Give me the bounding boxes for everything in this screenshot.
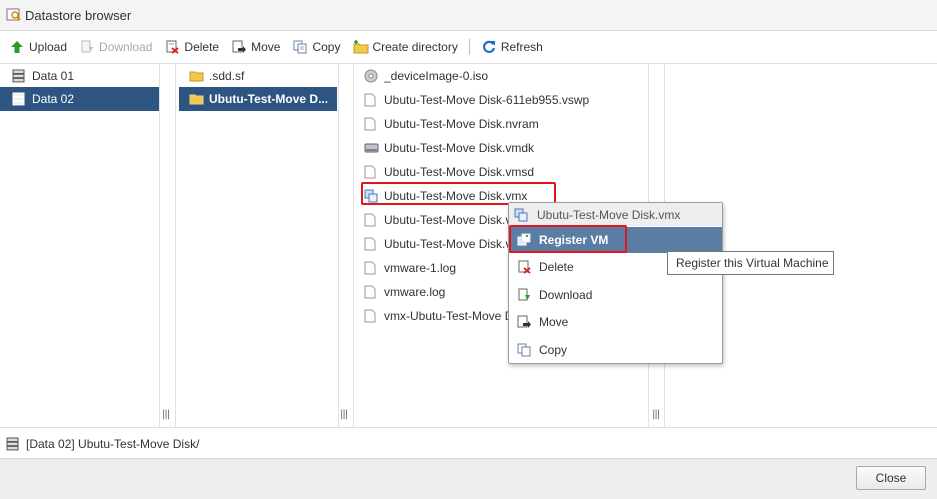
status-bar: [Data 02] Ubutu-Test-Move Disk/ [0, 427, 937, 459]
create-directory-button[interactable]: Create directory [353, 36, 458, 58]
folder-item-ubutu-test-move-disk[interactable]: Ubutu-Test-Move D... [179, 87, 337, 111]
refresh-icon [482, 40, 496, 54]
datastore-label: Data 01 [32, 69, 75, 83]
datastore-item-data-01[interactable]: Data 01 [0, 64, 159, 88]
copy-label: Copy [312, 40, 341, 54]
create-directory-label: Create directory [372, 40, 458, 54]
menu-item-copy[interactable]: Copy [509, 337, 722, 363]
current-path: [Data 02] Ubutu-Test-Move Disk/ [26, 436, 200, 451]
pane-divider [159, 64, 160, 427]
file-row[interactable]: Ubutu-Test-Move Disk.v [364, 232, 511, 256]
menu-item-label: Copy [539, 343, 568, 357]
window-title: Datastore browser [25, 7, 132, 23]
datastore-item-data-02[interactable]: Data 02 [0, 87, 159, 111]
delete-icon [165, 40, 179, 54]
file-label: Ubutu-Test-Move Disk-611eb955.vswp [384, 93, 590, 107]
download-icon [517, 288, 531, 302]
move-icon [517, 315, 531, 329]
title-bar: Datastore browser [0, 0, 937, 31]
vm-config-icon [514, 208, 528, 222]
hard-disk-icon [364, 141, 379, 155]
file-label: vmx-Ubutu-Test-Move D [384, 309, 514, 323]
menu-item-move[interactable]: Move [509, 309, 722, 335]
datastore-browser-icon [6, 8, 21, 22]
column-resize-grip[interactable]: ||| [340, 409, 348, 420]
delete-button[interactable]: Delete [165, 36, 219, 58]
file-row[interactable]: Ubutu-Test-Move Disk.v [364, 208, 511, 232]
copy-icon [293, 40, 307, 54]
upload-label: Upload [29, 40, 68, 54]
copy-button[interactable]: Copy [293, 36, 340, 58]
file-icon [364, 165, 378, 179]
delete-label: Delete [184, 40, 220, 54]
folder-item-sdd[interactable]: .sdd.sf [176, 64, 337, 88]
delete-icon [517, 260, 531, 274]
folder-label: Ubutu-Test-Move D... [209, 92, 329, 106]
datastore-list: Data 01 Data 02 ||| [0, 64, 170, 427]
new-folder-icon [353, 40, 369, 54]
column-resize-grip[interactable]: ||| [652, 409, 660, 420]
file-label: vmware.log [384, 285, 446, 299]
folder-list: .sdd.sf Ubutu-Test-Move D... ||| [176, 64, 348, 427]
file-row[interactable]: _deviceImage-0.iso [364, 64, 488, 88]
file-row[interactable]: vmx-Ubutu-Test-Move D [364, 304, 513, 328]
file-icon [364, 93, 378, 107]
file-icon [364, 213, 378, 227]
file-label: Ubutu-Test-Move Disk.v [384, 237, 512, 251]
file-label: Ubutu-Test-Move Disk.nvram [384, 117, 539, 131]
folder-icon [189, 92, 204, 106]
file-icon [364, 309, 378, 323]
upload-icon [10, 40, 24, 54]
move-icon [232, 40, 247, 54]
datastore-icon [6, 437, 20, 451]
close-button[interactable]: Close [856, 466, 926, 490]
toolbar: Upload Download Delete Move Copy Create … [0, 31, 937, 64]
download-icon [80, 40, 94, 54]
menu-item-label: Download [539, 288, 593, 302]
tooltip: Register this Virtual Machine [667, 251, 834, 275]
file-row[interactable]: Ubutu-Test-Move Disk.nvram [364, 112, 539, 136]
refresh-button[interactable]: Refresh [482, 36, 543, 58]
file-label: Ubutu-Test-Move Disk.v [384, 213, 512, 227]
menu-item-label: Move [539, 315, 569, 329]
file-label: vmware-1.log [384, 261, 457, 275]
file-row[interactable]: vmware.log [364, 280, 445, 304]
move-button[interactable]: Move [232, 36, 280, 58]
register-vm-highlight-box [509, 225, 627, 253]
browser-panes: Data 01 Data 02 ||| .sdd.sf Ubutu-Test-M… [0, 64, 937, 427]
context-menu-title: Ubutu-Test-Move Disk.vmx [537, 207, 681, 222]
refresh-label: Refresh [500, 40, 543, 54]
file-label: Ubutu-Test-Move Disk.vmdk [384, 141, 535, 155]
file-icon [364, 117, 378, 131]
file-icon [364, 285, 378, 299]
file-icon [364, 237, 378, 251]
dialog-footer: Close [0, 458, 937, 499]
file-row[interactable]: vmware-1.log [364, 256, 456, 280]
file-label: Ubutu-Test-Move Disk.vmsd [384, 165, 535, 179]
file-row[interactable]: Ubutu-Test-Move Disk.vmdk [364, 136, 534, 160]
upload-button[interactable]: Upload [10, 36, 67, 58]
datastore-icon [12, 92, 26, 106]
datastore-label: Data 02 [32, 92, 75, 106]
menu-item-label: Delete [539, 260, 574, 274]
file-row[interactable]: Ubutu-Test-Move Disk-611eb955.vswp [364, 88, 589, 112]
menu-item-download[interactable]: Download [509, 282, 722, 308]
file-icon [364, 261, 378, 275]
file-row[interactable]: Ubutu-Test-Move Disk.vmsd [364, 160, 534, 184]
pane-divider [338, 64, 339, 427]
file-label: _deviceImage-0.iso [384, 69, 489, 83]
column-resize-grip[interactable]: ||| [162, 409, 170, 420]
download-label: Download [99, 40, 153, 54]
folder-icon [189, 69, 204, 83]
datastore-icon [12, 69, 26, 83]
download-button[interactable]: Download [80, 36, 152, 58]
folder-label: .sdd.sf [209, 69, 245, 83]
context-menu-header: Ubutu-Test-Move Disk.vmx [509, 203, 722, 226]
move-label: Move [251, 40, 281, 54]
toolbar-separator [468, 39, 470, 55]
disc-icon [364, 69, 378, 83]
copy-icon [517, 343, 531, 357]
